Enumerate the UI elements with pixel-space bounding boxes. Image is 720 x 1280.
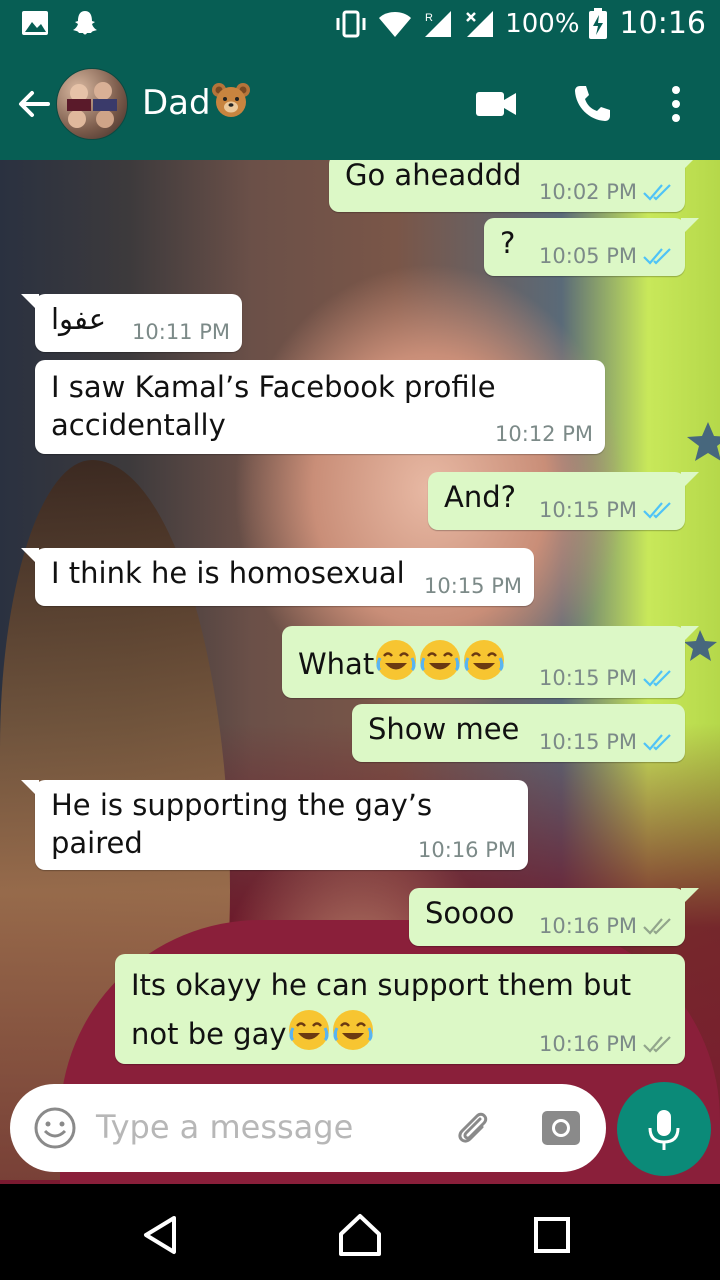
message-text: And? <box>444 480 517 514</box>
tears-of-joy-emoji-icon <box>420 640 461 680</box>
delivered-ticks-icon <box>643 1036 671 1053</box>
svg-text:R: R <box>425 12 433 24</box>
contact-name-text: Dad <box>142 83 211 123</box>
message-bubble-outgoing[interactable]: Show mee 10:15 PM <box>352 704 685 762</box>
emoji-picker-icon[interactable] <box>32 1105 78 1151</box>
battery-charging-icon <box>588 7 607 39</box>
nav-back-icon[interactable] <box>136 1210 186 1260</box>
tears-of-joy-emoji-icon <box>464 640 505 680</box>
message-bubble-outgoing[interactable]: ? 10:05 PM <box>484 218 699 276</box>
message-line-2: accidentally <box>51 408 226 442</box>
avatar-photo <box>67 82 117 128</box>
message-bubble-incoming[interactable]: I saw Kamal’s Facebook profile accidenta… <box>35 360 605 454</box>
message-time: 10:11 PM <box>132 320 230 344</box>
message-bubble-incoming[interactable]: عفوا 10:11 PM <box>21 294 242 352</box>
nav-recents-icon[interactable] <box>527 1210 577 1260</box>
system-nav-bar <box>0 1184 720 1280</box>
message-time: 10:15 PM <box>539 498 637 522</box>
message-text: Show mee <box>368 712 520 746</box>
message-time: 10:15 PM <box>539 666 637 690</box>
message-bubble-incoming[interactable]: I think he is homosexual 10:15 PM <box>21 548 534 606</box>
message-bubble-incoming[interactable]: He is supporting the gay’s paired 10:16 … <box>21 780 528 870</box>
wifi-icon <box>379 11 412 37</box>
voice-call-icon[interactable] <box>568 80 616 128</box>
contact-avatar[interactable] <box>56 68 128 140</box>
message-time: 10:02 PM <box>539 180 637 204</box>
message-time: 10:15 PM <box>539 730 637 754</box>
nav-home-icon[interactable] <box>335 1210 385 1260</box>
status-time: 10:16 <box>619 6 706 41</box>
chat-header: Dad <box>0 48 720 160</box>
voice-record-button[interactable] <box>617 1082 711 1176</box>
message-text: عفوا <box>51 302 107 336</box>
message-line-1: Its okayy he can support them but <box>131 968 632 1002</box>
message-input[interactable]: Type a message <box>96 1108 353 1146</box>
message-time: 10:16 PM <box>539 914 637 938</box>
message-text: I think he is homosexual <box>51 556 405 590</box>
message-bubble-outgoing[interactable]: Go aheaddd 10:02 PM <box>329 160 699 212</box>
battery-percent: 100% <box>505 8 580 39</box>
message-text: ? <box>500 226 516 260</box>
read-ticks-icon <box>643 248 671 265</box>
message-time: 10:12 PM <box>495 422 593 446</box>
read-ticks-icon <box>643 670 671 687</box>
read-ticks-icon <box>643 184 671 201</box>
message-composer[interactable]: Type a message <box>10 1084 606 1172</box>
read-ticks-icon <box>643 502 671 519</box>
message-text: What <box>298 638 506 683</box>
message-text: I saw Kamal’s Facebook profile accidenta… <box>51 368 496 444</box>
message-text: Go aheaddd <box>345 160 522 192</box>
chat-area[interactable]: Go aheaddd 10:02 PM ? 10:05 PM عفوا 10:1… <box>0 160 720 1184</box>
message-time: 10:16 PM <box>418 838 516 862</box>
more-options-icon[interactable] <box>652 80 700 128</box>
bear-face-icon <box>211 83 250 117</box>
message-line-1: I saw Kamal’s Facebook profile <box>51 370 496 404</box>
message-bubble-outgoing[interactable]: And? 10:15 PM <box>428 472 699 530</box>
snapchat-notification-icon <box>73 11 97 35</box>
signal-roaming-icon: R <box>425 10 452 37</box>
tears-of-joy-emoji-icon <box>376 640 417 680</box>
back-arrow-icon[interactable] <box>14 84 54 124</box>
read-ticks-icon <box>643 734 671 751</box>
attach-paperclip-icon[interactable] <box>450 1105 496 1151</box>
microphone-icon <box>648 1110 680 1150</box>
message-line-2: not be gay <box>131 1017 287 1051</box>
message-text-word: What <box>298 647 375 681</box>
message-bubble-outgoing[interactable]: Its okayy he can support them but not be… <box>115 954 685 1064</box>
signal-icon <box>466 10 494 37</box>
message-time: 10:05 PM <box>539 244 637 268</box>
status-bar: R 100% 10:16 <box>0 0 720 48</box>
gallery-notification-icon <box>22 11 48 35</box>
tears-of-joy-emoji-icon <box>332 1010 373 1050</box>
message-text: Soooo <box>425 896 515 930</box>
video-call-icon[interactable] <box>472 80 520 128</box>
camera-icon[interactable] <box>538 1105 584 1151</box>
message-bubble-outgoing[interactable]: What 10:15 PM <box>282 626 699 698</box>
delivered-ticks-icon <box>643 918 671 935</box>
vibrate-icon <box>336 10 366 37</box>
message-time: 10:15 PM <box>424 574 522 598</box>
tears-of-joy-emoji-icon <box>288 1010 329 1050</box>
contact-name[interactable]: Dad <box>142 82 251 123</box>
message-time: 10:16 PM <box>539 1032 637 1056</box>
message-bubble-outgoing[interactable]: Soooo 10:16 PM <box>409 888 699 946</box>
